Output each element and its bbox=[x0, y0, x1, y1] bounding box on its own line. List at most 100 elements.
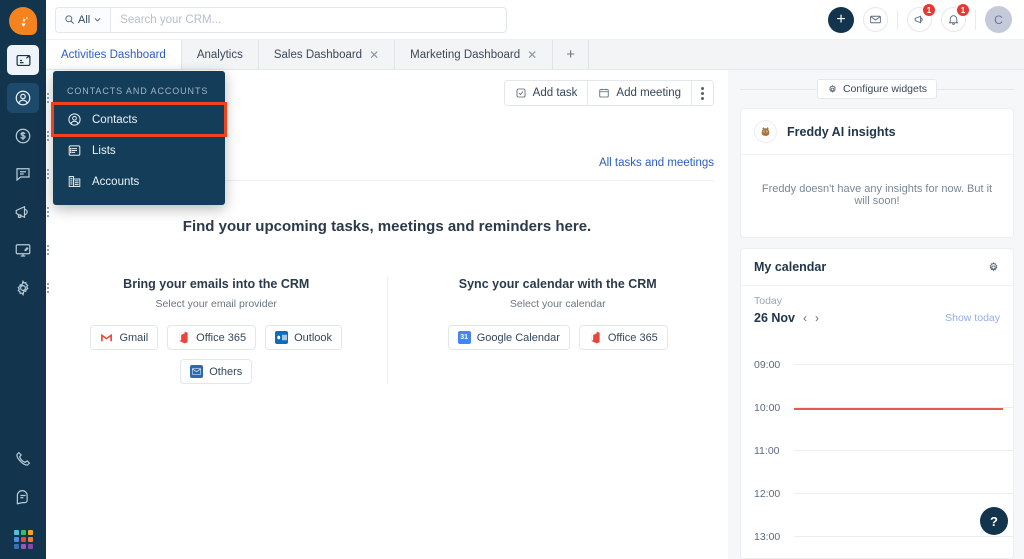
dropdown-section-header: CONTACTS AND ACCOUNTS bbox=[67, 86, 209, 96]
freddy-card-title: Freddy AI insights bbox=[787, 124, 896, 139]
my-calendar-card: My calendar Today 26 Nov ‹ › Show today … bbox=[740, 248, 1014, 559]
add-new-button[interactable]: + bbox=[828, 6, 854, 33]
search-scope-label: All bbox=[78, 13, 91, 26]
empty-state-title: Find your upcoming tasks, meetings and r… bbox=[182, 218, 592, 235]
tab-label: Analytics bbox=[196, 48, 243, 61]
sidebar-item-campaigns[interactable] bbox=[7, 235, 49, 265]
gear-icon bbox=[17, 279, 29, 297]
calendar-provider-section: Sync your calendar with the CRM Select y… bbox=[386, 277, 729, 384]
gear-icon bbox=[829, 84, 836, 93]
add-task-button[interactable]: Add task bbox=[504, 81, 589, 105]
slot-line bbox=[794, 450, 1013, 451]
calendar-date-row: 26 Nov ‹ › Show today bbox=[754, 311, 1000, 325]
calendar-settings-button[interactable] bbox=[987, 261, 1000, 274]
announcements-button[interactable]: 1 bbox=[907, 3, 936, 32]
all-tasks-and-meetings-link[interactable]: All tasks and meetings bbox=[599, 157, 714, 169]
calendar-slot[interactable]: 12:00 bbox=[754, 472, 1013, 515]
crm-app-window: All + 1 bbox=[0, 0, 1024, 559]
top-bar-actions: + 1 1 C bbox=[828, 3, 1012, 33]
close-icon[interactable]: ✕ bbox=[369, 49, 379, 61]
calendar-today-label: Today bbox=[754, 295, 783, 307]
email-button[interactable] bbox=[863, 7, 888, 32]
search-scope-selector[interactable]: All bbox=[56, 7, 112, 32]
notifications-button[interactable]: 1 bbox=[941, 3, 970, 32]
sidebar-item-deals[interactable] bbox=[7, 121, 49, 151]
slot-time-label: 11:00 bbox=[754, 444, 780, 457]
calendar-slot[interactable]: 13:00 bbox=[754, 515, 1013, 558]
more-options-button[interactable] bbox=[692, 81, 713, 105]
app-switcher-icon[interactable] bbox=[13, 530, 33, 549]
list-icon bbox=[68, 145, 81, 156]
tab-activities-dashboard[interactable]: Activities Dashboard bbox=[46, 40, 182, 69]
slot-time-label: 13:00 bbox=[754, 530, 781, 543]
toolbar-divider bbox=[975, 9, 976, 30]
office365-email-button[interactable]: Office 365 bbox=[167, 325, 257, 350]
avatar[interactable]: C bbox=[985, 6, 1012, 33]
others-button[interactable]: Others bbox=[180, 359, 253, 384]
sidebar-more-dots bbox=[47, 245, 49, 255]
freddy-glyph bbox=[761, 127, 770, 136]
empty-state: Find your upcoming tasks, meetings and r… bbox=[46, 181, 728, 559]
help-button[interactable]: ? bbox=[980, 507, 1008, 535]
sidebar-item-chat-support[interactable] bbox=[7, 482, 39, 512]
gear-icon bbox=[989, 261, 998, 271]
close-icon[interactable]: ✕ bbox=[527, 49, 537, 61]
sidebar-item-marketing[interactable] bbox=[7, 197, 49, 227]
email-provider-buttons: Gmail Office 365 Outlook Others bbox=[62, 325, 371, 384]
global-search[interactable]: All bbox=[55, 6, 507, 33]
dropdown-item-label: Contacts bbox=[92, 113, 138, 126]
app-logo[interactable] bbox=[9, 7, 37, 35]
freddy-card-header: Freddy AI insights bbox=[741, 109, 1013, 155]
tab-analytics[interactable]: Analytics bbox=[182, 40, 259, 69]
add-meeting-button[interactable]: Add meeting bbox=[588, 81, 692, 105]
show-today-link[interactable]: Show today bbox=[945, 312, 1000, 324]
search-input[interactable] bbox=[111, 7, 506, 32]
calendar-prev-button[interactable]: ‹ bbox=[803, 311, 807, 325]
tab-label: Sales Dashboard bbox=[273, 48, 363, 61]
dropdown-item-label: Accounts bbox=[92, 175, 140, 188]
tab-label: Activities Dashboard bbox=[61, 48, 166, 61]
toolbar-divider bbox=[897, 9, 898, 30]
mail-blue-icon bbox=[190, 365, 204, 378]
add-tab-button[interactable]: + bbox=[553, 40, 590, 69]
tab-marketing-dashboard[interactable]: Marketing Dashboard ✕ bbox=[395, 40, 554, 69]
office365-calendar-button[interactable]: Office 365 bbox=[578, 325, 668, 350]
dropdown-item-accounts[interactable]: Accounts bbox=[53, 166, 225, 197]
chat-bubble-icon bbox=[16, 490, 28, 505]
sidebar-item-phone[interactable] bbox=[7, 444, 39, 474]
dropdown-item-lists[interactable]: Lists bbox=[53, 135, 225, 166]
configure-widgets-button[interactable]: Configure widgets bbox=[816, 79, 938, 99]
current-time-indicator bbox=[794, 408, 1003, 410]
slot-time-label: 10:00 bbox=[754, 401, 781, 414]
sidebar-more-dots bbox=[47, 131, 49, 141]
chevron-down-icon bbox=[94, 18, 101, 22]
add-task-label: Add task bbox=[532, 87, 578, 99]
dropdown-item-label: Lists bbox=[92, 144, 116, 157]
sidebar-item-settings[interactable] bbox=[7, 273, 49, 303]
calendar-slot[interactable]: 09:00 bbox=[754, 343, 1013, 386]
slot-line bbox=[794, 493, 1013, 494]
notification-badge: 1 bbox=[956, 3, 970, 17]
top-bar: All + 1 bbox=[46, 0, 1024, 40]
add-meeting-label: Add meeting bbox=[616, 87, 681, 99]
calendar-timeslots[interactable]: 09:00 10:00 11:00 12:00 13:00 bbox=[741, 335, 1013, 558]
calendar-slot[interactable]: 11:00 bbox=[754, 429, 1013, 472]
email-section-subtitle: Select your email provider bbox=[155, 298, 277, 310]
tab-sales-dashboard[interactable]: Sales Dashboard ✕ bbox=[259, 40, 396, 69]
dropdown-item-contacts[interactable]: Contacts bbox=[51, 102, 227, 137]
calendar-next-button[interactable]: › bbox=[815, 311, 819, 325]
sidebar-item-contacts[interactable] bbox=[7, 83, 49, 113]
google-calendar-label: Google Calendar bbox=[476, 331, 560, 344]
office365-email-label: Office 365 bbox=[196, 331, 247, 344]
provider-sections: Bring your emails into the CRM Select yo… bbox=[46, 277, 728, 384]
email-section-title: Bring your emails into the CRM bbox=[123, 277, 310, 291]
sidebar-item-conversations[interactable] bbox=[7, 159, 49, 189]
google-calendar-button[interactable]: 31 Google Calendar bbox=[447, 325, 570, 350]
gmail-glyph bbox=[101, 333, 113, 342]
outlook-button[interactable]: Outlook bbox=[265, 325, 343, 350]
gmail-button[interactable]: Gmail bbox=[90, 325, 159, 350]
email-provider-section: Bring your emails into the CRM Select yo… bbox=[46, 277, 387, 384]
calendar-section-subtitle: Select your calendar bbox=[509, 298, 606, 310]
sidebar-item-dashboard[interactable] bbox=[7, 45, 39, 75]
freddy-card-body: Freddy doesn't have any insights for now… bbox=[741, 155, 1013, 237]
